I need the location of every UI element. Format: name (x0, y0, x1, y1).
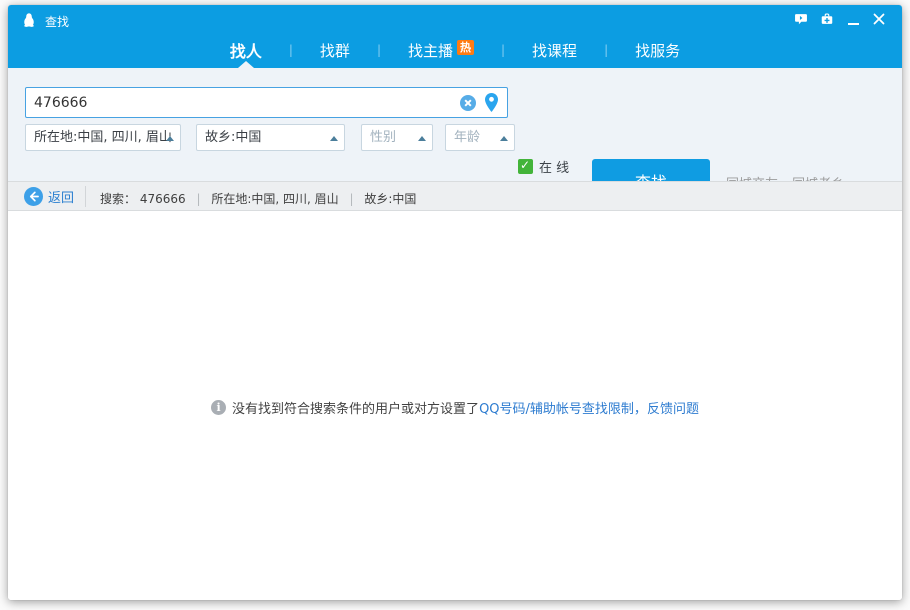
back-arrow-icon (24, 187, 43, 206)
tab-separator: | (501, 43, 505, 57)
dropdown-gender-value: 性别 (370, 130, 396, 145)
kit-plus-icon (820, 11, 834, 30)
titlebar: 查找 (8, 5, 902, 33)
tab-find-service[interactable]: 找服务 (635, 32, 680, 68)
results-area: i 没有找到符合搜索条件的用户或对方设置了 QQ号码/辅助帐号查找限制 ， 反馈… (8, 212, 902, 600)
dropdown-hometown-value: 故乡:中国 (205, 130, 261, 145)
empty-message-text: 没有找到符合搜索条件的用户或对方设置了 (232, 398, 479, 417)
checkbox-online-label: 在 线 (539, 157, 569, 176)
window-header: 查找 (8, 5, 902, 68)
tab-label: 找人 (230, 38, 262, 62)
chevron-up-icon (418, 136, 426, 141)
divider (85, 186, 86, 207)
dropdown-gender[interactable]: 性别 (361, 124, 433, 151)
dropdown-location-value: 所在地:中国, 四川, 眉山 (34, 130, 172, 145)
close-icon (872, 11, 886, 30)
checkbox-online[interactable]: 在 线 (518, 157, 569, 176)
dropdown-age-value: 年龄 (454, 130, 480, 145)
tab-separator: | (289, 43, 293, 57)
tab-find-course[interactable]: 找课程 (532, 32, 577, 68)
clear-input-icon[interactable] (460, 95, 476, 111)
dropdown-age[interactable]: 年龄 (445, 124, 515, 151)
dropdown-hometown[interactable]: 故乡:中国 (196, 124, 345, 151)
result-bar: 返回 搜索： 476666 | 所在地:中国, 四川, 眉山 | 故乡:中国 (8, 181, 902, 211)
tab-label: 找主播 (408, 40, 453, 61)
summary-query: 476666 (140, 192, 186, 206)
minimize-button[interactable] (840, 11, 866, 29)
message-comma: ， (634, 398, 647, 417)
search-summary: 搜索： 476666 | 所在地:中国, 四川, 眉山 | 故乡:中国 (100, 190, 416, 207)
tab-label: 找服务 (635, 40, 680, 61)
feedback-button[interactable] (788, 11, 814, 29)
location-pin-icon[interactable] (484, 93, 499, 112)
tab-find-person[interactable]: 找人 (230, 32, 262, 68)
summary-label: 搜索： (100, 192, 136, 206)
chevron-up-icon (500, 136, 508, 141)
empty-message: i 没有找到符合搜索条件的用户或对方设置了 QQ号码/辅助帐号查找限制 ， 反馈… (8, 398, 902, 417)
active-tab-pointer (238, 61, 254, 68)
back-label: 返回 (48, 187, 74, 206)
tab-separator: | (377, 43, 381, 57)
search-panel: 所在地:中国, 四川, 眉山 故乡:中国 性别 年龄 在 线 摄像头 (8, 68, 902, 181)
tab-label: 找课程 (532, 40, 577, 61)
tab-find-group[interactable]: 找群 (320, 32, 350, 68)
link-qq-search-limit[interactable]: QQ号码/辅助帐号查找限制 (479, 398, 634, 417)
find-window: 查找 (8, 5, 902, 600)
link-feedback-issue[interactable]: 反馈问题 (647, 398, 699, 417)
summary-hometown: 故乡:中国 (364, 192, 416, 206)
search-input-wrap (25, 87, 508, 118)
tab-separator: | (604, 43, 608, 57)
chevron-up-icon (166, 136, 174, 141)
summary-location: 所在地:中国, 四川, 眉山 (211, 192, 338, 206)
hot-badge: 热 (457, 40, 474, 55)
qq-penguin-icon (21, 12, 37, 28)
info-icon: i (211, 400, 226, 415)
find-tabs: 找人 | 找群 | 找主播 热 | 找课程 | 找服务 (8, 32, 902, 68)
back-button[interactable]: 返回 (24, 187, 74, 206)
summary-separator: | (196, 192, 200, 206)
dropdown-location[interactable]: 所在地:中国, 四川, 眉山 (25, 124, 181, 151)
summary-separator: | (350, 192, 354, 206)
checkbox-checked-icon (518, 159, 533, 174)
security-kit-button[interactable] (814, 11, 840, 29)
tab-find-livestream[interactable]: 找主播 热 (408, 32, 474, 68)
tab-label: 找群 (320, 40, 350, 61)
chevron-up-icon (330, 136, 338, 141)
close-button[interactable] (866, 11, 892, 29)
window-title: 查找 (45, 13, 69, 30)
speech-bubble-icon (794, 11, 808, 30)
search-input[interactable] (34, 89, 454, 116)
minimize-icon (848, 23, 859, 25)
